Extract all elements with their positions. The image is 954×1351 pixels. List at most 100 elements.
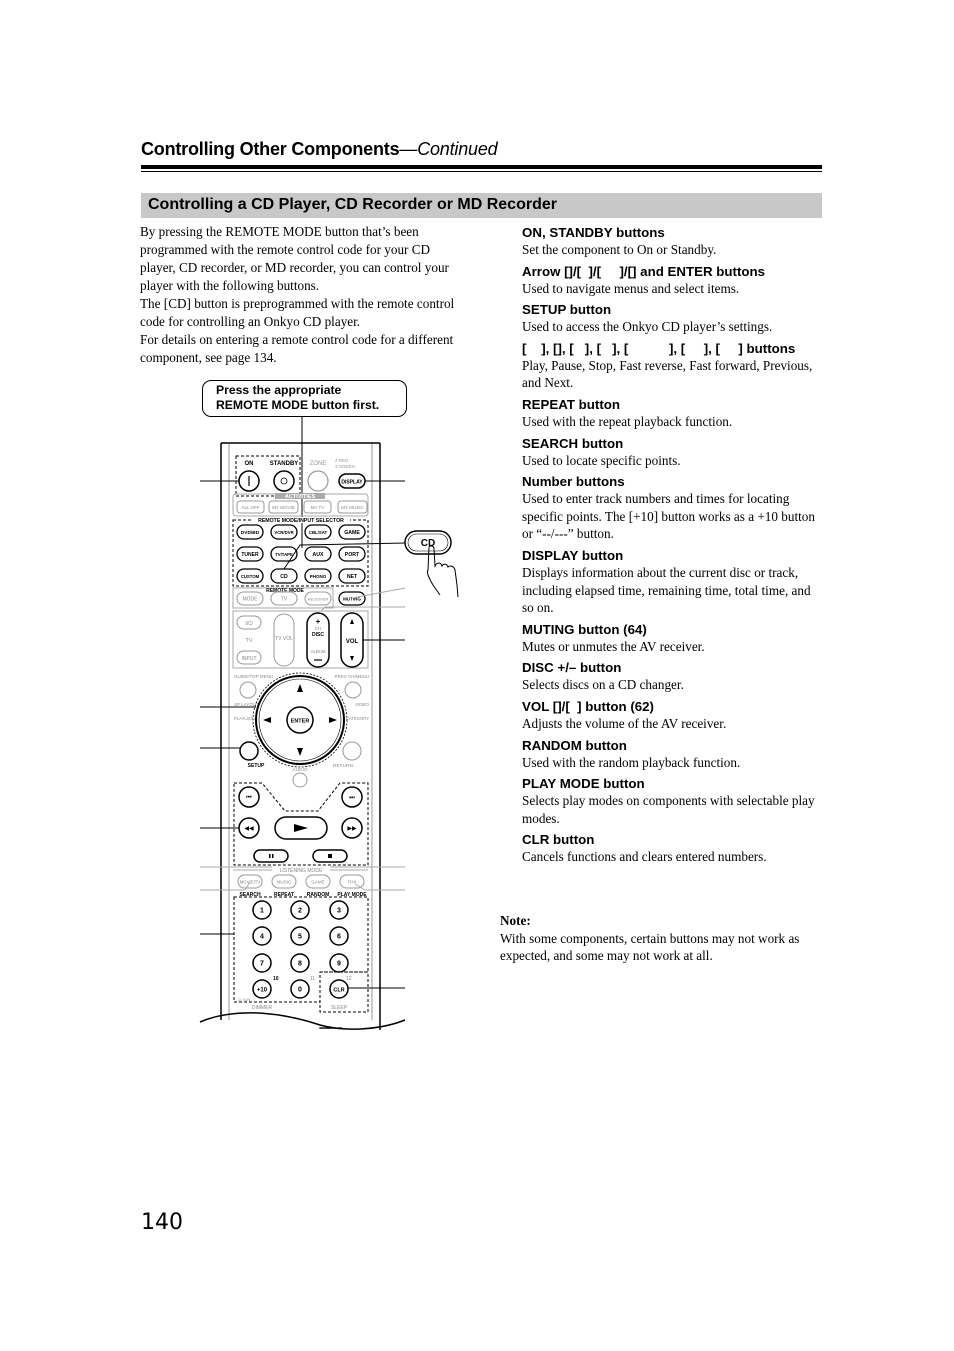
stop-icon: [328, 854, 332, 858]
clr-button[interactable]: CLR: [329, 979, 349, 999]
prev-ch-button[interactable]: [344, 681, 362, 699]
standby-button[interactable]: [273, 470, 295, 492]
return-button[interactable]: [342, 741, 362, 761]
mode-button[interactable]: MODE: [236, 591, 264, 606]
svg-text:MODE: MODE: [243, 597, 259, 603]
stop-button[interactable]: [312, 849, 348, 863]
tv-power-button[interactable]: I/⏻: [236, 615, 262, 630]
number-button-6[interactable]: 6: [329, 926, 349, 946]
setup-label: SETUP: [248, 763, 265, 769]
input-game-button[interactable]: GAME: [338, 524, 366, 540]
enter-button[interactable]: ENTER: [286, 706, 314, 734]
svg-text:VCR/DVR: VCR/DVR: [274, 530, 294, 535]
zone-button[interactable]: [307, 470, 329, 492]
input-tv-tape-button[interactable]: TV/TAPE: [270, 546, 298, 562]
dimmer-label: DIMMER: [252, 1005, 273, 1011]
audio-button[interactable]: [292, 772, 308, 788]
pause-button[interactable]: [253, 849, 289, 863]
thx-button[interactable]: THX: [339, 874, 365, 889]
vol-rocker[interactable]: VOL: [340, 612, 364, 668]
callout-line: REMOTE MODE button first.: [216, 398, 380, 412]
activities-label: ACTIVITIES: [285, 494, 316, 500]
svg-text:DVD/BD: DVD/BD: [241, 530, 260, 536]
ch-disc-rocker[interactable]: + CH DISC ALBUM: [306, 612, 330, 668]
number-button-5[interactable]: 5: [290, 926, 310, 946]
game-lm-button[interactable]: GAME: [305, 874, 331, 889]
mode-tv-button[interactable]: TV: [270, 591, 298, 606]
svg-text:AUX: AUX: [313, 552, 324, 558]
svg-text:PORT: PORT: [345, 552, 360, 558]
number-button-4[interactable]: 4: [252, 926, 272, 946]
play-button[interactable]: [274, 816, 328, 840]
input-cbl-sat-button[interactable]: CBL/SAT: [304, 524, 332, 540]
plus10-button[interactable]: +10: [252, 979, 272, 999]
input-port-button[interactable]: PORT: [338, 546, 366, 562]
input-cd-button[interactable]: CD: [270, 568, 298, 584]
muting-button[interactable]: MUTING: [338, 591, 366, 606]
number-button-8[interactable]: 8: [290, 953, 310, 973]
svg-text:MOVIE/TV: MOVIE/TV: [240, 880, 261, 885]
mode-receiver-button[interactable]: RECEIVER: [304, 591, 332, 606]
input-selector-label: REMOTE MODE/INPUT SELECTOR: [258, 518, 344, 524]
svg-text:GAME: GAME: [344, 530, 360, 536]
input-phono-button[interactable]: PHONO: [304, 568, 332, 584]
guide-label: GUIDE/TOP MENU: [234, 674, 273, 679]
input-vcr-dvr-button[interactable]: VCR/DVR: [270, 524, 298, 540]
input-custom-button[interactable]: CUSTOM: [236, 568, 264, 584]
number-button-1[interactable]: 1: [252, 900, 272, 920]
svg-text:ALBUM: ALBUM: [311, 649, 326, 654]
on-button[interactable]: [238, 470, 260, 492]
svg-text:DISPLAY: DISPLAY: [341, 480, 363, 486]
dtun-label: D.TUN: [238, 997, 250, 1002]
number-button-9[interactable]: 9: [329, 953, 349, 973]
svg-text:CH: CH: [315, 626, 322, 631]
zone-label: ZONE: [310, 461, 327, 467]
activity-button-all-off[interactable]: ALL OFF: [236, 500, 265, 514]
audio-label: AUDIO: [292, 767, 307, 773]
input-net-button[interactable]: NET: [338, 568, 366, 584]
display-button[interactable]: DISPLAY: [338, 473, 366, 489]
previous-button[interactable]: ⏮: [238, 786, 260, 808]
number-button-7[interactable]: 7: [252, 953, 272, 973]
svg-text:I/⏻: I/⏻: [245, 620, 253, 627]
next-button[interactable]: ⏭: [341, 786, 363, 808]
fast-forward-icon: ▶▶: [347, 826, 357, 832]
number-button-2[interactable]: 2: [290, 900, 310, 920]
input-dvd-bd-button[interactable]: DVD/BD: [236, 524, 264, 540]
fast-reverse-button[interactable]: ◀◀: [238, 817, 260, 839]
tv-input-button[interactable]: INPUT: [236, 650, 262, 665]
brand-logo-fragment: ⸺: [318, 1019, 343, 1035]
svg-text:ENTER: ENTER: [291, 719, 310, 725]
sleep-label: SLEEP: [331, 1005, 348, 1011]
movie-tv-button[interactable]: MOVIE/TV: [237, 874, 263, 889]
svg-text:MUSIC: MUSIC: [277, 880, 292, 885]
svg-text:PHONO: PHONO: [310, 574, 327, 579]
svg-text:TV/TAPE: TV/TAPE: [275, 552, 293, 557]
svg-text:CD: CD: [280, 574, 288, 580]
activity-button-my-movie[interactable]: MY MOVIE: [268, 500, 299, 514]
svg-text:9: 9: [337, 961, 341, 968]
prev-ch-label: PREV CH/MENU: [334, 674, 369, 679]
setup-button[interactable]: [239, 741, 259, 761]
fast-forward-button[interactable]: ▶▶: [341, 817, 363, 839]
input-aux-button[interactable]: AUX: [304, 546, 332, 562]
tv-label: TV: [245, 638, 252, 644]
activity-button-my-tv[interactable]: MY TV: [303, 500, 332, 514]
svg-text:7: 7: [260, 961, 264, 968]
fast-reverse-icon: ◀◀: [244, 826, 254, 832]
number-button-0[interactable]: 0: [290, 979, 310, 999]
activity-button-my-music[interactable]: MY MUSIC: [337, 500, 368, 514]
cd-remote-mode-button[interactable]: CD: [404, 530, 452, 555]
svg-text:6: 6: [337, 934, 341, 941]
number-button-3[interactable]: 3: [329, 900, 349, 920]
remote-control-illustration: ON STANDBY ZONE 2 RED 3 GREEN DISPLAY AC…: [199, 417, 459, 1035]
music-button[interactable]: MUSIC: [271, 874, 297, 889]
svg-text:ALL OFF: ALL OFF: [241, 505, 259, 510]
guide-button[interactable]: [239, 681, 257, 699]
svg-text:5: 5: [298, 934, 302, 941]
svg-text:DISC: DISC: [312, 632, 324, 638]
svg-text:4: 4: [260, 934, 264, 941]
tv-vol-rocker[interactable]: TV VOL: [273, 613, 295, 667]
input-tuner-button[interactable]: TUNER: [236, 546, 264, 562]
svg-text:CBL/SAT: CBL/SAT: [309, 530, 328, 535]
